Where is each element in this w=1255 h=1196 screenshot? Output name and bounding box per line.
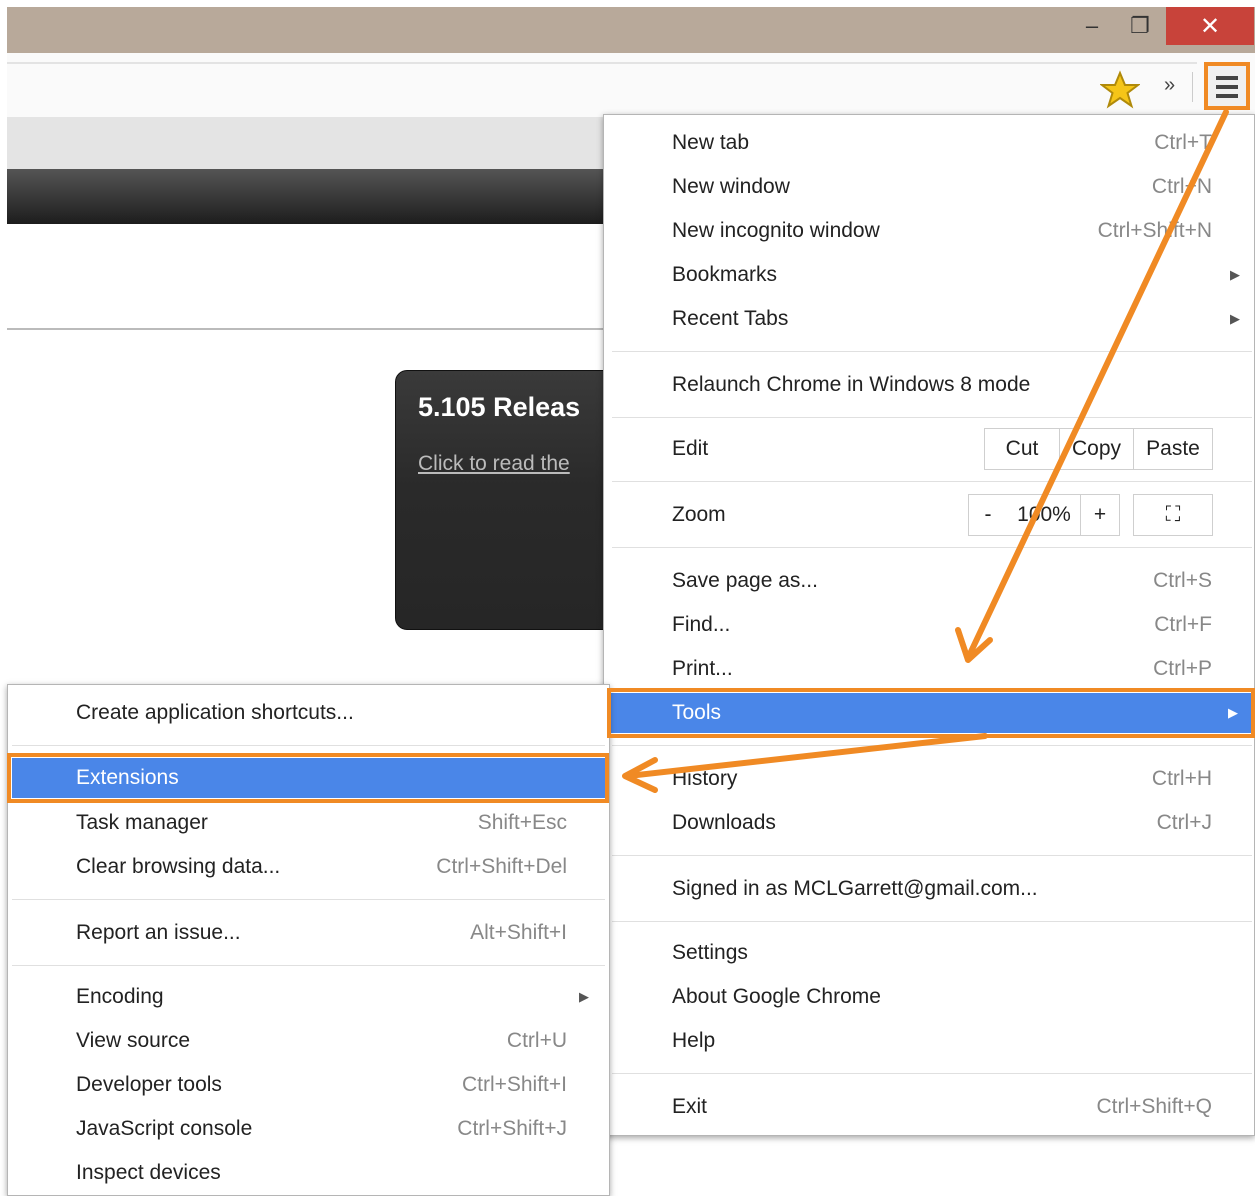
annotation-arrows bbox=[622, 109, 1229, 793]
arrow-tools-to-extensions bbox=[625, 733, 988, 779]
arrow-menu-to-tools bbox=[965, 109, 1229, 661]
